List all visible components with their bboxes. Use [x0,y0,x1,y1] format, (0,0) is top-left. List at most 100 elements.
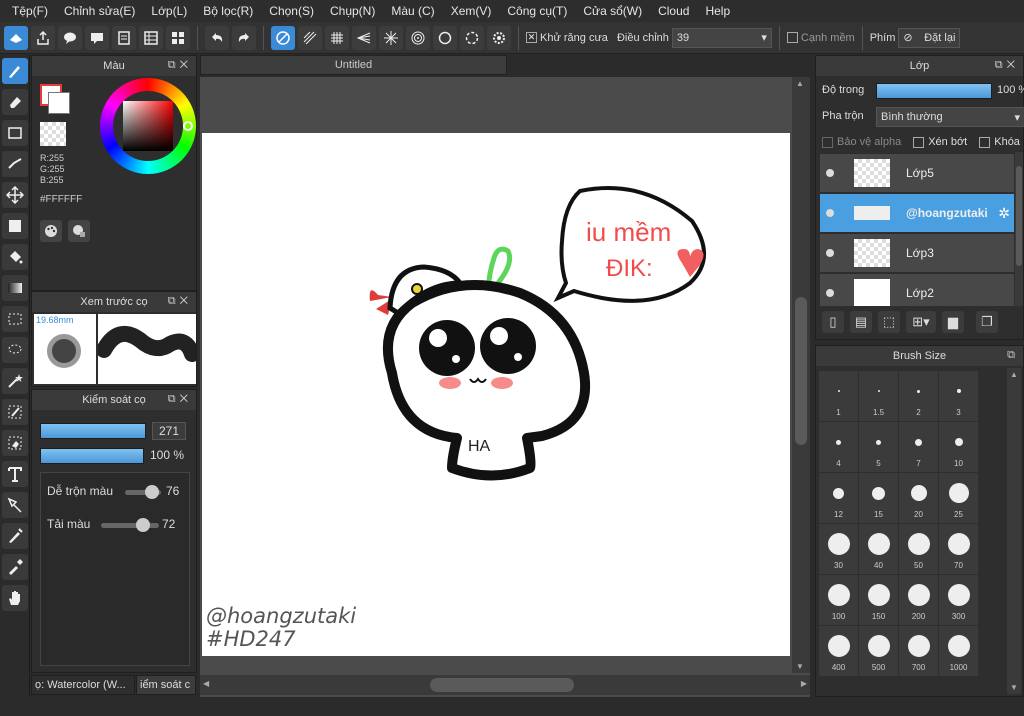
brush-size-option[interactable]: 7 [899,422,938,472]
menu-edit[interactable]: Chỉnh sửa(E) [56,4,143,18]
parallel-snap-icon[interactable] [298,25,322,50]
protect-alpha-checkbox[interactable] [822,136,833,148]
brush-size-option[interactable]: 1 [819,371,858,421]
document-icon[interactable] [112,25,136,50]
color-wheel[interactable] [100,78,196,174]
document-tab[interactable]: Untitled [200,55,507,75]
brush-size-option[interactable]: 200 [899,575,938,625]
reset-button[interactable]: ⊘ Đặt lại [898,27,961,48]
folder-icon[interactable]: ▆ [942,311,964,333]
menu-cloud[interactable]: Cloud [650,4,697,18]
menu-file[interactable]: Tệp(F) [4,4,56,18]
horizontal-scrollbar[interactable]: ◀ ▶ [200,675,810,695]
layer-row-selected[interactable]: @hoangzutaki ✲ [820,194,1014,232]
brush-size-option[interactable]: 700 [899,626,938,676]
layer-row[interactable]: Lớp5 [820,154,1014,192]
snap-tool-icon[interactable] [4,25,28,50]
eraser-tool-icon[interactable] [2,89,28,115]
brush-size-option[interactable]: 500 [859,626,898,676]
load-slider-knob[interactable] [135,518,150,532]
share-icon[interactable] [31,25,55,50]
load-slider[interactable] [101,518,159,532]
gear-icon[interactable]: ✲ [998,205,1010,222]
fill-rect-tool-icon[interactable] [2,213,28,239]
menu-capture[interactable]: Chụp(N) [322,4,383,18]
scroll-up-icon[interactable]: ▲ [1010,370,1018,379]
menu-help[interactable]: Help [697,4,738,18]
background-color-swatch[interactable] [48,92,70,114]
chat-icon[interactable] [85,25,109,50]
panel-float-close-icon[interactable]: ⧉✕ [168,393,192,406]
brush-size-option[interactable]: 15 [859,473,898,523]
rect-select-tool-icon[interactable] [2,306,28,332]
brush-opacity-bar[interactable] [40,448,144,464]
undo-icon[interactable] [205,25,229,50]
drawing-canvas[interactable]: iu mềm ĐIK: HA @hoangzutaki #HD247 [202,133,790,656]
adjust-select[interactable]: 39 ▾ [671,27,772,48]
menu-tools[interactable]: Công cụ(T) [499,4,575,18]
new-layer-icon[interactable]: ▯ [822,311,844,333]
text-tool-icon[interactable] [2,461,28,487]
brush-size-option[interactable]: 25 [939,473,978,523]
eyedropper-tool-icon[interactable] [2,554,28,580]
eye-icon[interactable] [826,289,834,297]
brush-size-value[interactable]: 271 [152,422,186,440]
brush-size-option[interactable]: 40 [859,524,898,574]
brush-size-option[interactable]: 150 [859,575,898,625]
brush-size-option[interactable]: 400 [819,626,858,676]
brush-size-option[interactable]: 70 [939,524,978,574]
brush-size-scrollbar[interactable]: ▲ ▼ [1007,368,1021,694]
vertical-scroll-thumb[interactable] [795,297,807,445]
panel-float-close-icon[interactable]: ⧉✕ [995,59,1019,72]
eye-icon[interactable] [826,169,834,177]
lasso-tool-icon[interactable] [2,337,28,363]
eye-icon[interactable] [826,249,834,257]
menu-color[interactable]: Màu (C) [383,4,442,18]
brush-size-option[interactable]: 4 [819,422,858,472]
scroll-down-icon[interactable]: ▼ [1010,683,1018,692]
settings-icon[interactable] [487,25,511,50]
brush-tab[interactable]: ọ: Watercolor (W... [31,675,135,695]
transparent-color-swatch[interactable] [40,122,66,146]
layer-row[interactable]: Lớp2 [820,274,1014,306]
brush-size-option[interactable]: 12 [819,473,858,523]
layer-blend-select[interactable]: Bình thường ▾ [876,107,1024,127]
rectangle-tool-icon[interactable] [2,120,28,146]
brush-size-option[interactable]: 3 [939,371,978,421]
redo-icon[interactable] [232,25,256,50]
gradient-tool-icon[interactable] [2,275,28,301]
saturation-value-square[interactable] [123,101,173,151]
menu-window[interactable]: Cửa sổ(W) [575,4,650,18]
scroll-right-icon[interactable]: ▶ [801,679,807,688]
menu-layer[interactable]: Lớp(L) [143,4,195,18]
layer-list-scrollbar[interactable] [1015,152,1023,306]
scroll-left-icon[interactable]: ◀ [203,679,209,688]
add-layer-menu-icon[interactable]: ⊞▾ [906,311,936,333]
snap-off-icon[interactable] [271,25,295,50]
move-tool-icon[interactable] [2,182,28,208]
comment-icon[interactable] [58,25,82,50]
brush-size-option[interactable]: 2 [899,371,938,421]
select-pen-tool-icon[interactable] [2,399,28,425]
panel-float-close-icon[interactable]: ⧉ [1007,349,1019,362]
brush-size-option[interactable]: 20 [899,473,938,523]
radial-snap-icon[interactable] [379,25,403,50]
vertical-scrollbar[interactable]: ▲ ▼ [792,77,810,673]
antialias-checkbox[interactable]: ✕ [526,32,537,43]
color-picker-icon[interactable] [68,220,90,242]
brush-size-bar[interactable] [40,423,146,439]
lock-checkbox[interactable] [979,136,991,148]
circle-snap-icon[interactable] [406,25,430,50]
panels-icon[interactable] [166,25,190,50]
curve-snap-icon[interactable] [460,25,484,50]
brush-size-option[interactable]: 10 [939,422,978,472]
layer-opacity-bar[interactable] [876,83,992,99]
hue-handle[interactable] [183,121,193,131]
select-eraser-tool-icon[interactable] [2,430,28,456]
grid-snap-icon[interactable] [325,25,349,50]
scroll-up-icon[interactable]: ▲ [796,79,804,88]
blend-slider[interactable] [125,485,161,499]
frame-divider-tool-icon[interactable] [2,492,28,518]
brush-size-option[interactable]: 1000 [939,626,978,676]
duplicate-layer-icon[interactable]: ❐ [976,311,998,333]
